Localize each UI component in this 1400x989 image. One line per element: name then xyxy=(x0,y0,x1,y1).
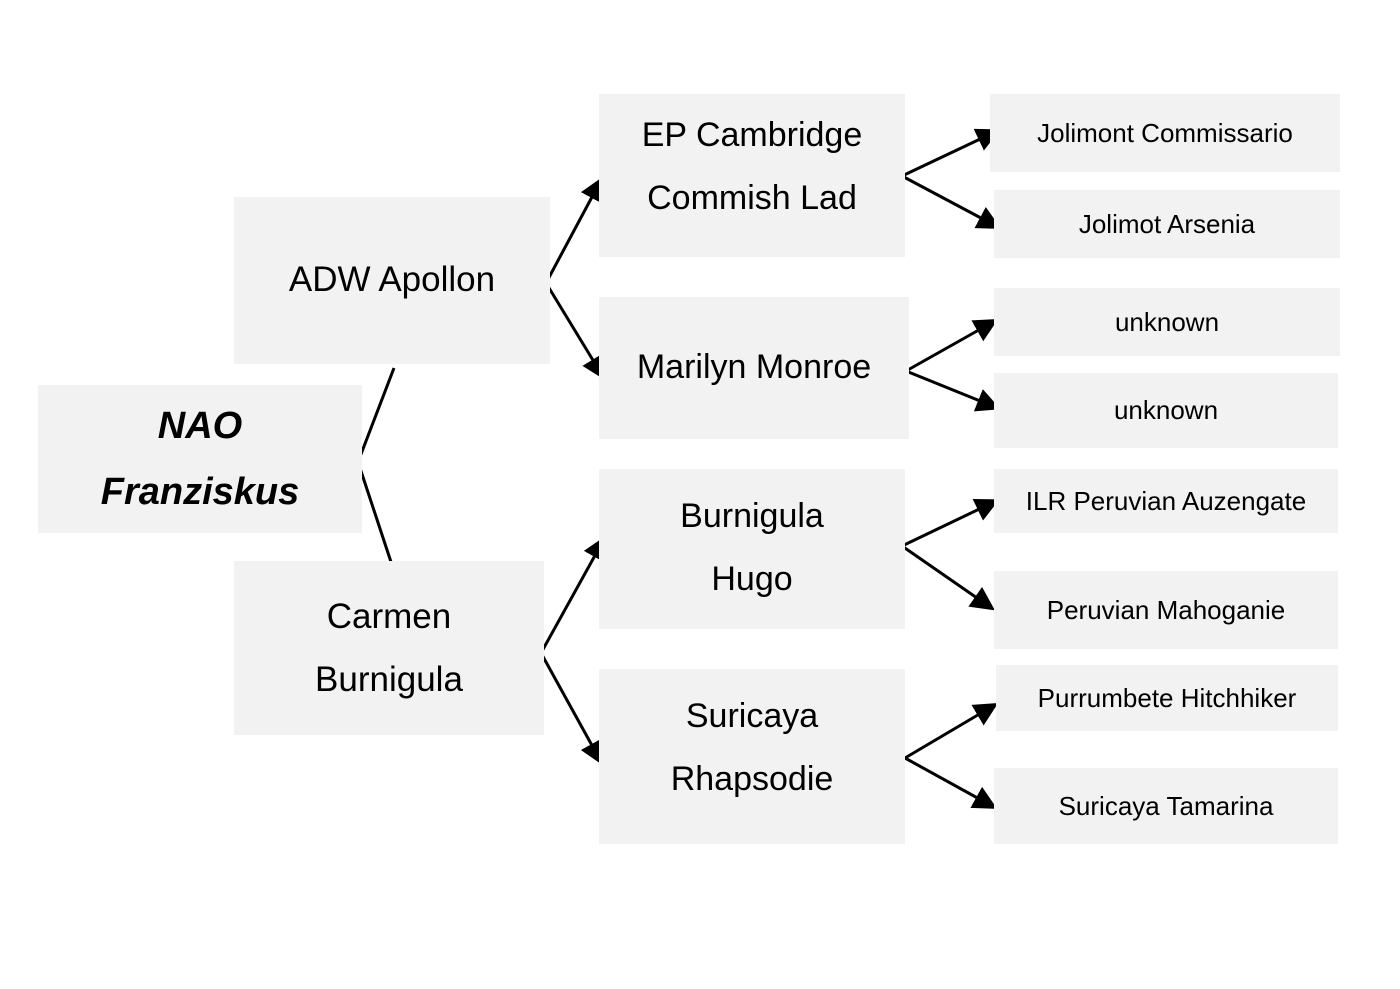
grandparent-sire-sire-line-1: EP Cambridge xyxy=(641,115,863,154)
arrow-sire-to-sire-sire xyxy=(544,176,603,284)
great-grandparent-4-node: unknown xyxy=(994,373,1338,448)
arrow-gp2-to-gg3 xyxy=(905,319,999,373)
arrow-gp4-to-gg8 xyxy=(904,756,998,809)
sire-name: ADW Apollon xyxy=(288,260,496,300)
grandparent-dam-sire-line-1: Burnigula xyxy=(680,497,824,536)
arrow-sire-to-sire-dam xyxy=(544,282,606,381)
great-grandparent-1-name: Jolimont Commissario xyxy=(1037,117,1293,148)
grandparent-sire-dam-node: Marilyn Monroe xyxy=(599,297,909,439)
great-grandparent-6-name: Peruvian Mahoganie xyxy=(1046,594,1286,625)
dam-node: Carmen Burnigula xyxy=(234,561,544,735)
grandparent-sire-dam-name: Marilyn Monroe xyxy=(636,347,872,386)
great-grandparent-8-name: Suricaya Tamarina xyxy=(1058,790,1274,821)
great-grandparent-7-node: Purrumbete Hitchhiker xyxy=(996,665,1338,731)
root-node: NAO Franziskus xyxy=(38,385,362,533)
great-grandparent-8-node: Suricaya Tamarina xyxy=(994,768,1338,844)
dam-name-line-2: Burnigula xyxy=(315,660,463,699)
arrow-dam-to-dam-sire xyxy=(539,535,606,654)
great-grandparent-1-node: Jolimont Commissario xyxy=(990,94,1340,172)
grandparent-dam-sire-node: Burnigula Hugo xyxy=(599,469,905,629)
arrow-gp4-to-gg7 xyxy=(904,702,999,760)
connector-root-sire xyxy=(356,367,396,463)
arrow-gp3-to-gg5 xyxy=(901,498,1000,548)
arrow-gp3-to-gg6 xyxy=(901,544,995,611)
grandparent-dam-dam-line-2: Rhapsodie xyxy=(670,759,834,798)
root-name-line-2: Franziskus xyxy=(100,471,300,513)
grandparent-dam-sire-line-2: Hugo xyxy=(711,560,793,598)
great-grandparent-2-name: Jolimot Arsenia xyxy=(1078,208,1256,239)
root-name-line-1: NAO xyxy=(157,404,243,447)
great-grandparent-4-name: unknown xyxy=(1113,395,1219,425)
great-grandparent-7-name: Purrumbete Hitchhiker xyxy=(1037,682,1297,713)
great-grandparent-5-name: ILR Peruvian Auzengate xyxy=(1025,485,1307,516)
great-grandparent-2-node: Jolimot Arsenia xyxy=(994,190,1340,258)
great-grandparent-5-node: ILR Peruvian Auzengate xyxy=(994,469,1338,533)
dam-name-line-1: Carmen xyxy=(326,597,452,636)
arrow-gp2-to-gg4 xyxy=(905,369,1001,412)
connector-root-dam xyxy=(356,461,394,566)
great-grandparent-6-node: Peruvian Mahoganie xyxy=(994,571,1338,649)
grandparent-dam-dam-line-1: Suricaya xyxy=(685,696,819,735)
arrow-gp1-to-gg1 xyxy=(901,128,1001,178)
sire-node: ADW Apollon xyxy=(234,197,550,364)
great-grandparent-3-node: unknown xyxy=(994,288,1340,356)
grandparent-sire-sire-line-2: Commish Lad xyxy=(647,178,857,217)
arrow-gp1-to-gg2 xyxy=(901,174,1002,229)
great-grandparent-3-name: unknown xyxy=(1114,306,1220,337)
grandparent-dam-dam-node: Suricaya Rhapsodie xyxy=(599,669,905,844)
arrow-dam-to-dam-dam xyxy=(539,652,603,766)
grandparent-sire-sire-node: EP Cambridge Commish Lad xyxy=(599,94,905,257)
